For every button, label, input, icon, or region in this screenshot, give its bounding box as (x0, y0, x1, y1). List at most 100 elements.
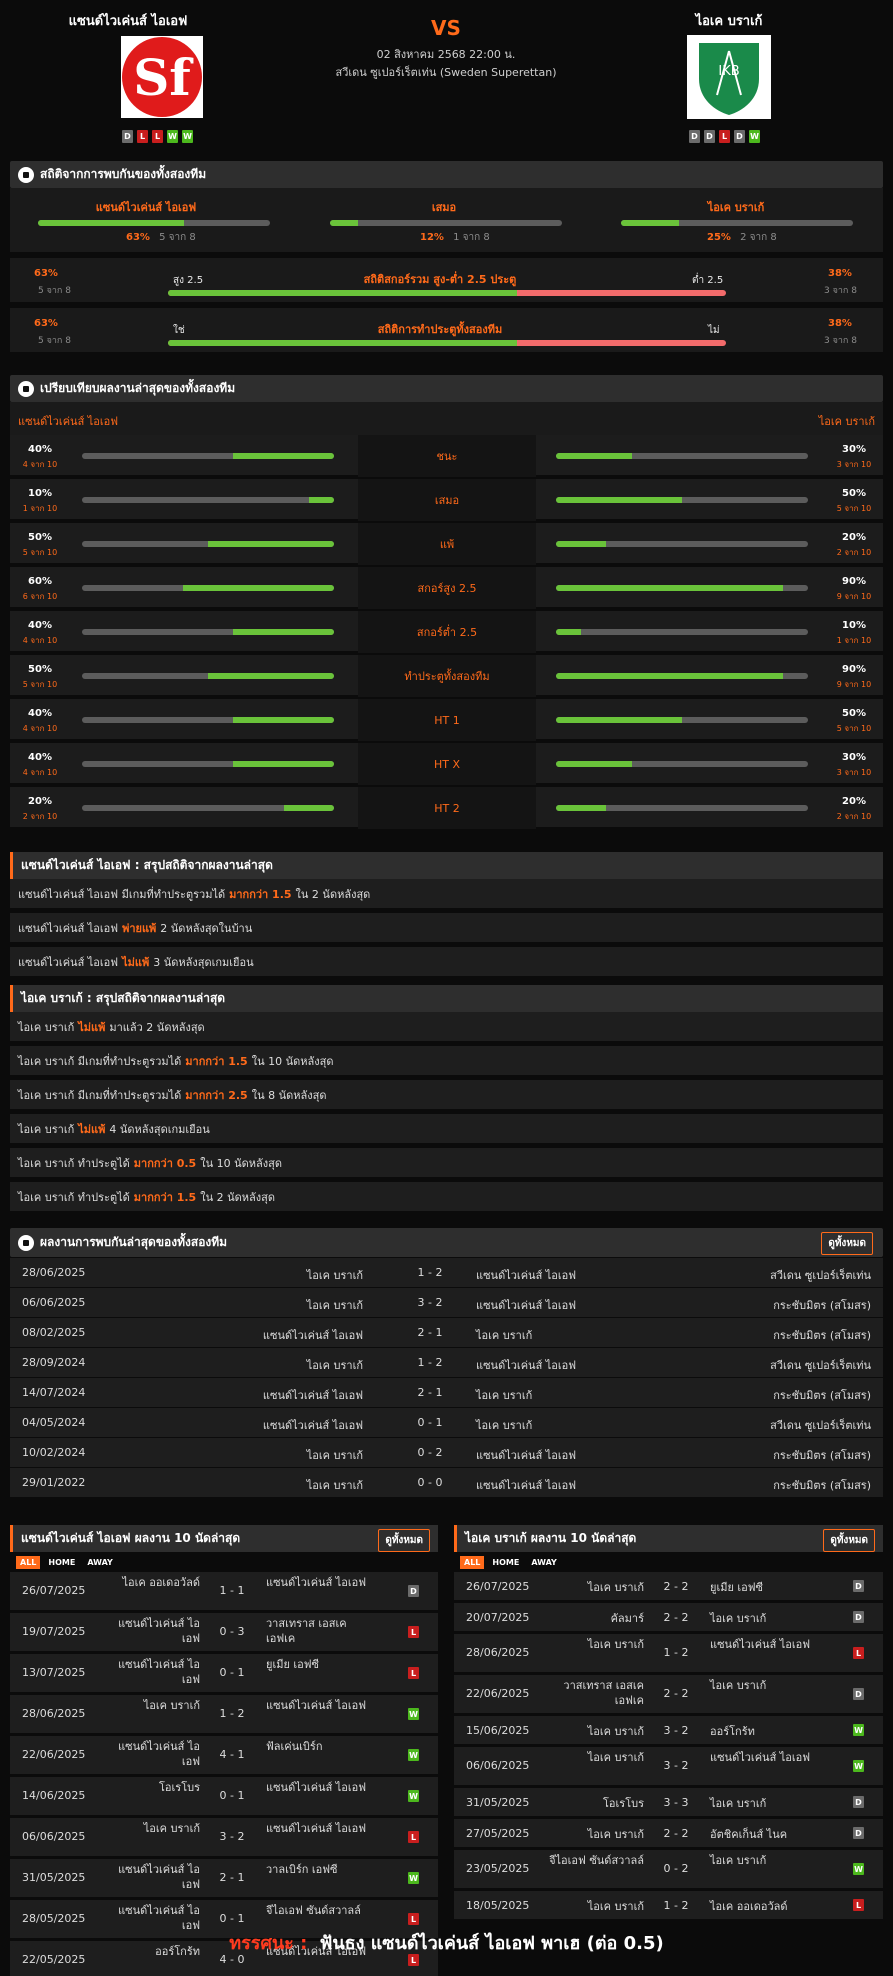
svg-text:IKB: IKB (718, 64, 739, 79)
list-item: 23/05/2025 จีไอเอฟ ซันด์สวาลล์ 0 - 2 ไอเค บ… (454, 1850, 883, 1888)
tab-home[interactable]: HOME (488, 1556, 523, 1569)
away-team: ออร์โกร้ท (710, 1725, 755, 1738)
list-item: 13/07/2025 แซนด์ไวเค่นส์ ไอเอฟ 0 - 1 ยูเมีย… (10, 1654, 438, 1692)
match-date: 23/05/2025 (466, 1862, 530, 1875)
h2h-comp: กระชับมิตร (สโมสร) (773, 1299, 871, 1312)
summary-highlight: พ่ายแพ้ (122, 921, 157, 935)
match-date: 28/06/2025 (466, 1646, 530, 1659)
result-badge: D (853, 1688, 864, 1700)
home-team: จีไอเอฟ ซันด์สวาลล์ (549, 1854, 644, 1867)
away-team: อัตชิคเก็นส์ ไนค (710, 1828, 788, 1841)
home-bar (82, 717, 334, 723)
score: 0 - 1 (219, 1666, 245, 1679)
table-row: 14/07/2024 แซนด์ไวเค่นส์ ไอเอฟ 2 - 1 ไอเค บ… (10, 1378, 883, 1407)
result-badge: L (408, 1626, 419, 1638)
h2h-date: 14/07/2024 (22, 1386, 86, 1399)
result-badge: L (408, 1831, 419, 1843)
away-team: ยูเมีย เอฟซี (710, 1581, 764, 1594)
compare-row: 50% 5 จาก 10 แพ้ 20% 2 จาก 10 (10, 523, 883, 565)
result-badge: W (408, 1708, 419, 1720)
home-team-logo: Sf (120, 35, 204, 119)
away-count: 1 จาก 10 (836, 636, 872, 645)
home-team: ไอเค บราเก้ (587, 1638, 644, 1651)
summary-highlight: ไม่แพ้ (78, 1122, 106, 1136)
h2h-draw-pct: 12% (420, 232, 444, 243)
list-item: 14/06/2025 โอเรโบร 0 - 1 แซนด์ไวเค่นส์ ไอเอ… (10, 1777, 438, 1815)
score: 0 - 3 (219, 1625, 245, 1638)
ou-left-pct: 63% (34, 268, 58, 279)
score: 1 - 1 (219, 1584, 245, 1597)
h2h-home-pct: 63% (126, 232, 150, 243)
compare-team-labels: แซนด์ไวเค่นส์ ไอเอฟ ไอเค บราเก้ (10, 402, 883, 435)
home-count: 4 จาก 10 (22, 768, 58, 777)
tab-all[interactable]: ALL (16, 1556, 41, 1569)
result-badge: D (853, 1611, 864, 1623)
result-badge: W (853, 1863, 864, 1875)
away-bar (556, 805, 808, 811)
summary-text: ใน 10 นัดหลังสุด (251, 1054, 334, 1068)
h2h-stats-panel: แซนด์ไวเค่นส์ ไอเอฟ 63% 5 จาก 8 เสมอ 12%… (10, 188, 883, 252)
home-bar (82, 805, 334, 811)
ou-bar (168, 290, 726, 296)
away-summary-header: ไอเค บราเก้ : สรุปสถิติจากผลงานล่าสุด (10, 985, 883, 1012)
h2h-away-pct: 25% (707, 232, 731, 243)
table-row: 29/01/2022 ไอเค บราเก้ 0 - 0 แซนด์ไวเค่นส์ … (10, 1468, 883, 1497)
away-bar (556, 585, 808, 591)
summary-highlight: ไม่แพ้ (78, 1020, 106, 1034)
compare-label: สกอร์ต่ำ 2.5 (358, 611, 536, 653)
home-bar (82, 673, 334, 679)
compare-row: 40% 4 จาก 10 HT 1 50% 5 จาก 10 (10, 699, 883, 741)
summary-text: ไอเค บราเก้ (18, 1122, 75, 1136)
score: 3 - 2 (219, 1830, 245, 1843)
score: 2 - 1 (219, 1871, 245, 1884)
away-team: วาลเบิร์ก เอฟซี (266, 1863, 338, 1876)
away-count: 9 จาก 10 (836, 592, 872, 601)
btts-right-sub: 3 จาก 8 (824, 336, 857, 346)
form-badge: W (182, 130, 193, 143)
score: 3 - 2 (663, 1724, 689, 1737)
result-badge: D (853, 1580, 864, 1592)
tab-away[interactable]: AWAY (527, 1556, 561, 1569)
summary-text: ใน 2 นัดหลังสุด (200, 1190, 275, 1204)
football-icon (18, 166, 34, 183)
away-last10-view-all-button[interactable]: ดูทั้งหมด (823, 1529, 875, 1552)
ou-title: สถิติสกอร์รวม สูง-ต่ำ 2.5 ประตู (363, 273, 517, 286)
away-count: 5 จาก 10 (836, 504, 872, 513)
list-item: 15/06/2025 ไอเค บราเก้ 3 - 2 ออร์โกร้ท W (454, 1716, 883, 1744)
home-last10-view-all-button[interactable]: ดูทั้งหมด (378, 1529, 430, 1552)
tab-all[interactable]: ALL (460, 1556, 485, 1569)
h2h-date: 08/02/2025 (22, 1326, 86, 1339)
h2h-comp: สวีเดน ซูเปอร์เร็ตเท่น (770, 1359, 871, 1372)
verdict: ทรรศนะ : ฟันธง แซนด์ไวเค่นส์ ไอเอฟ พาเฮ … (0, 1928, 893, 1957)
away-team: ไอเค บราเก้ (710, 1854, 767, 1867)
score: 2 - 2 (663, 1580, 689, 1593)
list-item: 31/05/2025 โอเรโบร 3 - 3 ไอเค บราเก้ D (454, 1788, 883, 1816)
away-pct: 50% (842, 708, 866, 719)
match-date: 31/05/2025 (22, 1871, 86, 1884)
form-badge: W (749, 130, 760, 143)
home-pct: 40% (28, 752, 52, 763)
h2h-home: ไอเค บราเก้ (306, 1299, 363, 1312)
summary-row: ไอเค บราเก้ ทำประตูได้ มากกว่า 0.5 ใน 10 น… (10, 1148, 883, 1177)
match-date: 18/05/2025 (466, 1899, 530, 1912)
table-row: 08/02/2025 แซนด์ไวเค่นส์ ไอเอฟ 2 - 1 ไอเค บ… (10, 1318, 883, 1347)
home-team: ไอเค บราเก้ (143, 1822, 200, 1835)
away-pct: 90% (842, 664, 866, 675)
compare-title: เปรียบเทียบผลงานล่าสุดของทั้งสองทีม (40, 381, 236, 395)
summary-text: 3 นัดหลังสุดเกมเยือน (153, 955, 254, 969)
match-date: 27/05/2025 (466, 1827, 530, 1840)
compare-home-label: แซนด์ไวเค่นส์ ไอเอฟ (18, 415, 119, 428)
away-pct: 30% (842, 444, 866, 455)
verdict-text: ฟันธง แซนด์ไวเค่นส์ ไอเอฟ พาเฮ (ต่อ 0.5) (319, 1933, 664, 1954)
btts-left-label: ใช่ (173, 325, 185, 336)
form-badge: D (122, 130, 133, 143)
h2h-stats-header: สถิติจากการพบกันของทั้งสองทีม (10, 161, 883, 188)
h2h-view-all-button[interactable]: ดูทั้งหมด (821, 1232, 873, 1255)
away-team: ไอเค บราเก้ (710, 1679, 767, 1692)
tab-home[interactable]: HOME (44, 1556, 79, 1569)
summary-text: แซนด์ไวเค่นส์ ไอเอฟ (18, 921, 119, 935)
btts-right-pct: 38% (828, 318, 852, 329)
tab-away[interactable]: AWAY (83, 1556, 117, 1569)
away-last10-tabs: ALL HOME AWAY (460, 1556, 561, 1569)
h2h-away-sub: 2 จาก 8 (740, 232, 777, 243)
